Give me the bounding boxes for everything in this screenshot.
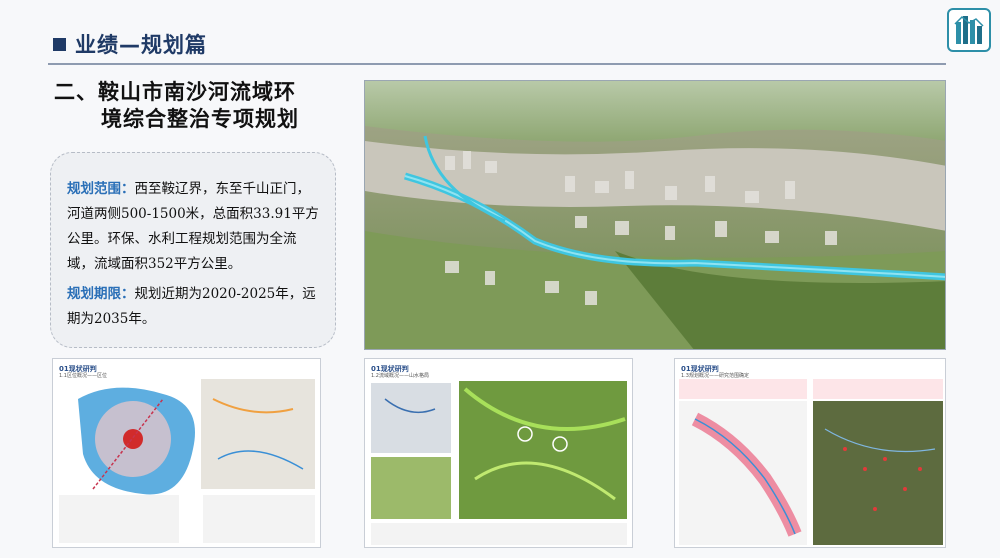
header-divider bbox=[48, 63, 946, 65]
thumbnail-location-analysis: 01现状研判 1.1区位概况——区位 bbox=[52, 358, 321, 548]
scope-paragraph: 规划范围：西至鞍辽界，东至千山正门，河道两侧500-1500米，总面积33.91… bbox=[67, 177, 319, 277]
page-title: 业绩—规划篇 bbox=[53, 29, 207, 59]
building-logo-icon bbox=[947, 8, 991, 52]
page-title-text: 业绩—规划篇 bbox=[75, 33, 207, 57]
thumbnail-subheading: 1.2流域概况——山水格局 bbox=[371, 373, 429, 379]
section-title-line1: 二、鞍山市南沙河流域环 bbox=[54, 80, 296, 104]
thumbnail-landscape-pattern: 01现状研判 1.2流域概况——山水格局 bbox=[364, 358, 633, 548]
aerial-rendering-image bbox=[364, 80, 946, 350]
thumbnail-subheading: 1.1区位概况——区位 bbox=[59, 373, 107, 379]
title-bullet-icon bbox=[53, 37, 66, 51]
section-title: 二、鞍山市南沙河流域环 境综合整治专项规划 bbox=[54, 79, 354, 133]
scope-label: 规划范围： bbox=[67, 181, 135, 197]
page-header: 业绩—规划篇 bbox=[0, 0, 1000, 66]
period-paragraph: 规划期限：规划近期为2020-2025年，远期为2035年。 bbox=[67, 282, 319, 332]
section-title-line2: 境综合整治专项规划 bbox=[101, 107, 299, 131]
thumbnail-study-scope: 01现状研判 1.3规划概况——研究范围确定 bbox=[674, 358, 946, 548]
thumbnail-subheading: 1.3规划概况——研究范围确定 bbox=[681, 373, 749, 379]
info-box: 规划范围：西至鞍辽界，东至千山正门，河道两侧500-1500米，总面积33.91… bbox=[50, 152, 336, 348]
period-label: 规划期限： bbox=[67, 286, 135, 302]
